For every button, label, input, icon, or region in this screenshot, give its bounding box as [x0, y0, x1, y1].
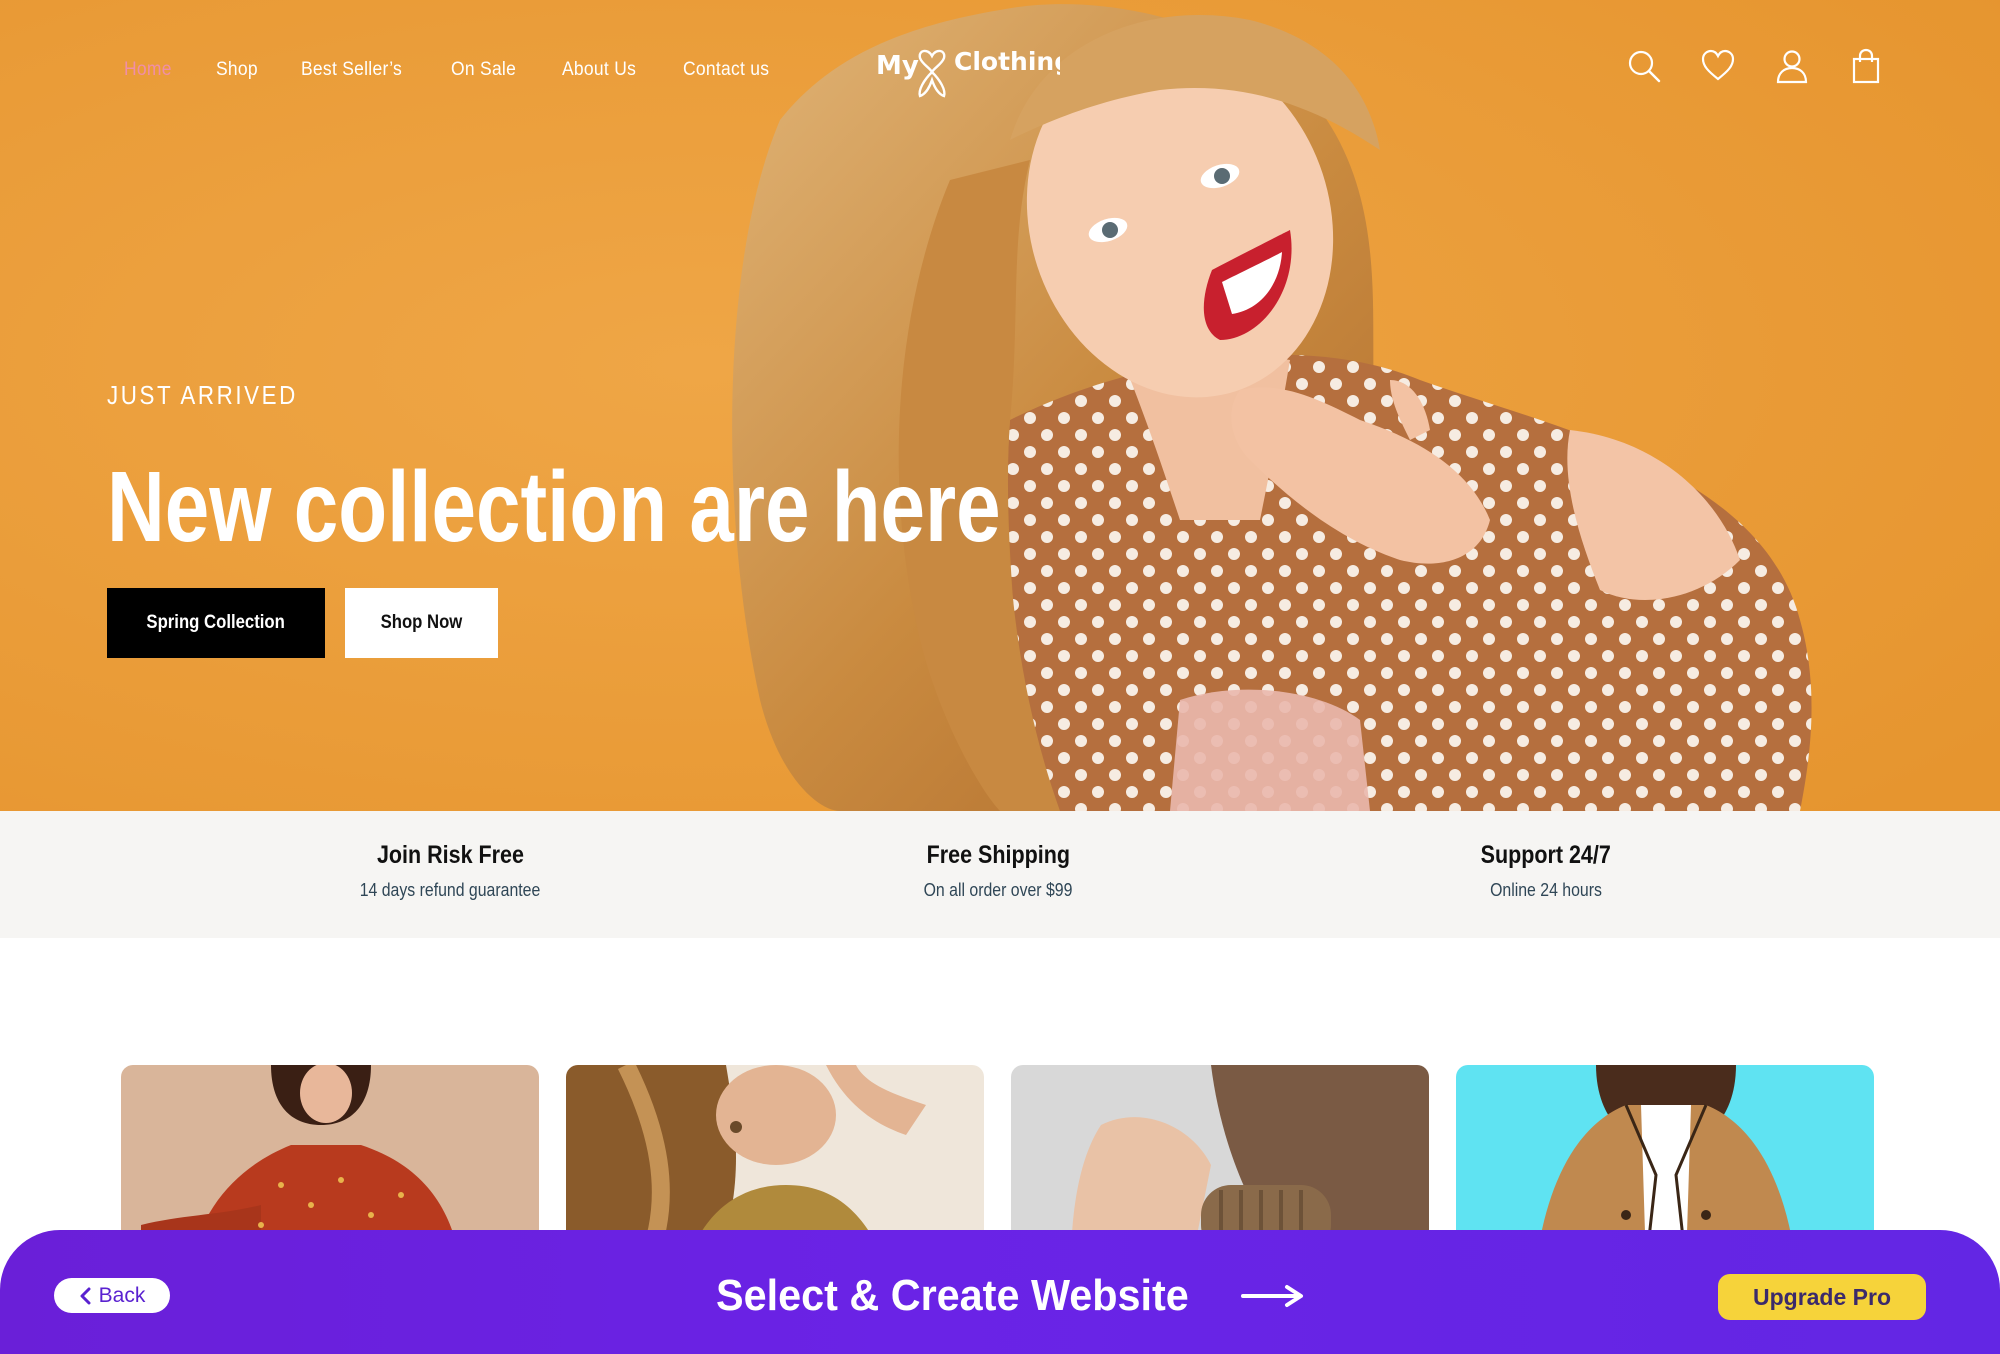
logo-text-right: Clothing: [954, 47, 1060, 76]
back-button[interactable]: Back: [54, 1278, 170, 1313]
shop-now-label: Shop Now: [380, 612, 463, 633]
nav-item-about-us[interactable]: About Us: [562, 59, 636, 81]
select-create-website-button[interactable]: Select & Create Website: [716, 1268, 1305, 1324]
logo-text-left: My: [876, 51, 919, 81]
user-icon[interactable]: [1774, 48, 1810, 84]
feature-subtitle: On all order over $99: [923, 880, 1073, 900]
features-strip: Join Risk Free 14 days refund guarantee …: [0, 811, 2000, 938]
feature-title: Support 24/7: [1480, 841, 1612, 869]
back-label: Back: [98, 1283, 146, 1307]
shop-now-button[interactable]: Shop Now: [345, 588, 498, 658]
nav-item-contact-us[interactable]: Contact us: [683, 59, 769, 81]
arrow-right-icon: [1240, 1285, 1303, 1307]
nav-item-home[interactable]: Home: [124, 59, 172, 81]
feature-title: Free Shipping: [926, 841, 1070, 869]
hero-banner: Home Shop Best Seller’s On Sale About Us…: [0, 0, 2000, 811]
nav-item-best-sellers[interactable]: Best Seller’s: [301, 59, 402, 81]
builder-bottom-bar: Back Select & Create Website Upgrade Pro: [0, 1230, 2000, 1354]
search-icon[interactable]: [1626, 48, 1662, 84]
site-logo[interactable]: My Clothing: [874, 40, 1072, 100]
feature-support: Support 24/7 Online 24 hours: [1376, 841, 1716, 901]
upgrade-pro-button[interactable]: Upgrade Pro: [1718, 1274, 1926, 1320]
hero-eyebrow: JUST ARRIVED: [107, 380, 298, 410]
spring-collection-button[interactable]: Spring Collection: [107, 588, 325, 658]
feature-title: Join Risk Free: [376, 841, 524, 869]
hero-eyebrow-wrap: JUST ARRIVED: [107, 380, 329, 411]
header-icons: [1626, 48, 1884, 84]
main-nav: Home Shop Best Seller’s On Sale About Us…: [124, 54, 776, 86]
hero-headline: New collection are here: [107, 451, 1001, 563]
feature-subtitle: 14 days refund guarantee: [359, 880, 541, 900]
feature-subtitle: Online 24 hours: [1490, 880, 1602, 900]
nav-item-shop[interactable]: Shop: [216, 59, 258, 81]
logo-mark: My Clothing: [876, 47, 1072, 98]
chevron-left-icon: [80, 1287, 91, 1304]
heart-icon[interactable]: [1700, 48, 1736, 84]
feature-free-shipping: Free Shipping On all order over $99: [828, 841, 1168, 901]
select-create-website-label: Select & Create Website: [716, 1271, 1189, 1320]
nav-item-on-sale[interactable]: On Sale: [451, 59, 516, 81]
feature-risk-free: Join Risk Free 14 days refund guarantee: [280, 841, 620, 901]
spring-collection-label: Spring Collection: [146, 612, 286, 633]
shopping-bag-icon[interactable]: [1848, 48, 1884, 84]
